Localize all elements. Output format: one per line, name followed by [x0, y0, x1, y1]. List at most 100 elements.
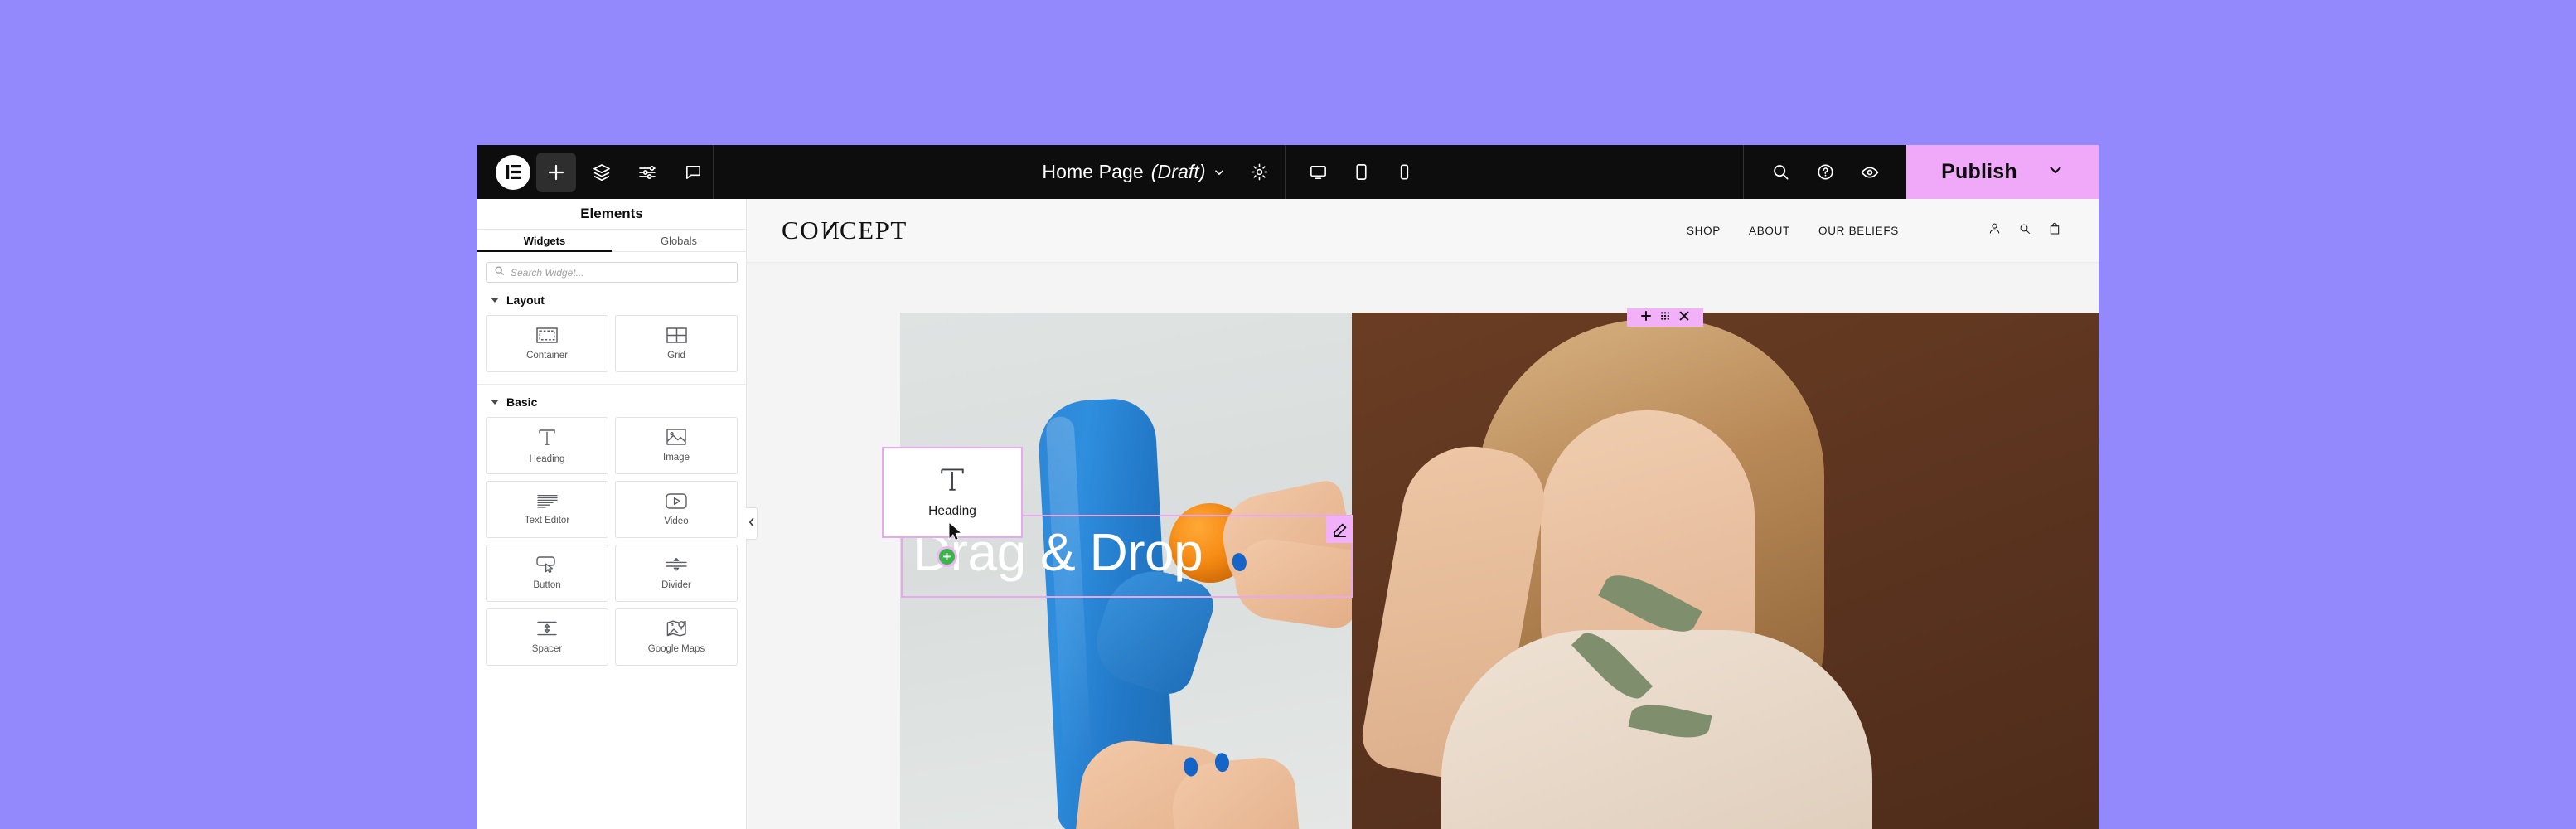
- section-header-layout[interactable]: Layout: [486, 291, 738, 315]
- site-logo-text: CONCEPT: [782, 216, 908, 245]
- site-logo[interactable]: CONCEPT: [782, 216, 908, 245]
- comments-icon[interactable]: [673, 153, 713, 192]
- widget-section-layout: Layout Container Grid: [477, 283, 746, 385]
- widget-google-maps[interactable]: Google Maps: [615, 608, 738, 666]
- site-nav: SHOP ABOUT OUR BELIEFS: [1687, 222, 2060, 239]
- tab-globals[interactable]: Globals: [612, 230, 746, 251]
- toolbar-left-group: [477, 145, 713, 199]
- pencil-edit-icon[interactable]: [1326, 516, 1353, 543]
- widget-label: Text Editor: [524, 515, 570, 526]
- section-title-layout: Layout: [506, 293, 545, 307]
- widget-image[interactable]: Image: [615, 417, 738, 474]
- page-settings-gear-icon[interactable]: [1240, 153, 1280, 192]
- plus-icon[interactable]: [1641, 310, 1651, 325]
- heading-t-icon: [537, 428, 557, 447]
- responsive-device-switcher: [1286, 145, 1438, 199]
- search-icon: [494, 265, 505, 280]
- widget-label: Image: [663, 453, 690, 463]
- preview-eye-icon[interactable]: [1850, 153, 1890, 192]
- tab-widgets[interactable]: Widgets: [477, 230, 612, 252]
- elementor-logo-icon[interactable]: [496, 154, 530, 190]
- elementor-editor: Home Page (Draft) Publish Elements Widge…: [477, 145, 2099, 829]
- structure-layers-icon[interactable]: [582, 153, 622, 192]
- toolbar-center-group: Home Page (Draft): [714, 145, 1743, 199]
- nav-link-shop[interactable]: SHOP: [1687, 225, 1721, 237]
- panel-title: Elements: [580, 206, 643, 221]
- account-icon[interactable]: [1988, 222, 2001, 239]
- document-status-text: (Draft): [1150, 161, 1206, 182]
- publish-chevron-down-icon[interactable]: [2047, 162, 2064, 182]
- search-widget-box[interactable]: [486, 262, 738, 283]
- section-header-basic[interactable]: Basic: [486, 393, 738, 417]
- widget-label: Divider: [661, 580, 691, 590]
- shopping-bag-icon[interactable]: [2049, 222, 2060, 239]
- button-cursor-icon: [536, 556, 558, 573]
- site-settings-sliders-icon[interactable]: [627, 153, 667, 192]
- widget-label: Video: [664, 516, 689, 526]
- widget-spacer[interactable]: Spacer: [486, 608, 608, 666]
- widget-grid[interactable]: Grid: [615, 315, 738, 372]
- search-icon[interactable]: [2019, 223, 2031, 239]
- tab-widgets-label: Widgets: [523, 234, 566, 247]
- editor-toolbar: Home Page (Draft) Publish: [477, 145, 2099, 199]
- close-x-icon[interactable]: [1679, 310, 1689, 325]
- grid-icon: [666, 327, 687, 343]
- document-title-button[interactable]: Home Page (Draft): [1019, 161, 1239, 183]
- decorative-hand-shape: [1169, 752, 1303, 829]
- finder-search-icon[interactable]: [1760, 153, 1800, 192]
- widget-divider[interactable]: Divider: [615, 545, 738, 602]
- device-mobile-button[interactable]: [1385, 153, 1425, 192]
- device-desktop-button[interactable]: [1299, 153, 1339, 192]
- drag-handle-icon[interactable]: [1660, 310, 1670, 325]
- widget-label: Heading: [529, 453, 565, 464]
- widget-section-basic: Basic Heading Image Text Editor Video Bu…: [477, 385, 746, 677]
- heading-t-icon: [938, 466, 966, 493]
- container-icon: [536, 327, 558, 343]
- panel-tabs: Widgets Globals: [477, 230, 746, 252]
- toolbar-right-group: Publish: [1744, 145, 2099, 199]
- hero-section: Drag & Drop Heading +: [747, 263, 2099, 829]
- tab-globals-label: Globals: [660, 234, 698, 247]
- panel-collapse-handle[interactable]: [746, 507, 758, 540]
- nav-link-about[interactable]: ABOUT: [1749, 225, 1790, 237]
- widget-grid-basic: Heading Image Text Editor Video Button D…: [486, 417, 738, 666]
- widget-label: Google Maps: [647, 644, 705, 654]
- widget-label: Container: [526, 350, 568, 361]
- widget-video[interactable]: Video: [615, 481, 738, 538]
- widget-label: Button: [533, 580, 561, 590]
- video-play-icon: [666, 492, 687, 509]
- site-header: CONCEPT SHOP ABOUT OUR BELIEFS: [747, 199, 2099, 263]
- nav-link-our-beliefs[interactable]: OUR BELIEFS: [1818, 225, 1899, 237]
- section-title-basic: Basic: [506, 395, 538, 409]
- hero-image-right: [1352, 313, 2099, 829]
- device-tablet-button[interactable]: [1342, 153, 1382, 192]
- widget-search-area: [477, 252, 746, 283]
- drag-preview-label: Heading: [928, 504, 976, 518]
- chevron-left-icon: [748, 516, 755, 531]
- editor-canvas: CONCEPT SHOP ABOUT OUR BELIEFS Drag & Dr…: [747, 199, 2099, 829]
- widget-button[interactable]: Button: [486, 545, 608, 602]
- elements-panel: Elements Widgets Globals Search Widget..…: [477, 199, 747, 829]
- image-icon: [666, 429, 686, 445]
- widget-label: Grid: [667, 350, 685, 361]
- text-lines-icon: [536, 494, 558, 508]
- container-float-toolbar: [1627, 308, 1703, 327]
- search-widget-input[interactable]: [511, 266, 729, 279]
- widget-grid-layout: Container Grid: [486, 315, 738, 372]
- decorative-nail: [1213, 752, 1230, 773]
- caret-down-icon: [491, 400, 499, 405]
- divider-icon: [666, 556, 687, 573]
- publish-button[interactable]: Publish: [1906, 145, 2099, 199]
- publish-label: Publish: [1941, 160, 2017, 183]
- map-pin-icon: [666, 620, 687, 637]
- add-element-button[interactable]: [536, 152, 576, 192]
- widget-text-editor[interactable]: Text Editor: [486, 481, 608, 538]
- mouse-pointer-icon: [948, 521, 962, 545]
- widget-heading[interactable]: Heading: [486, 417, 608, 474]
- widget-container[interactable]: Container: [486, 315, 608, 372]
- panel-header: Elements: [477, 199, 746, 230]
- chevron-down-icon: [1213, 161, 1225, 183]
- help-question-circle-icon[interactable]: [1805, 153, 1845, 192]
- widget-label: Spacer: [531, 644, 563, 654]
- insert-position-indicator: +: [937, 546, 957, 567]
